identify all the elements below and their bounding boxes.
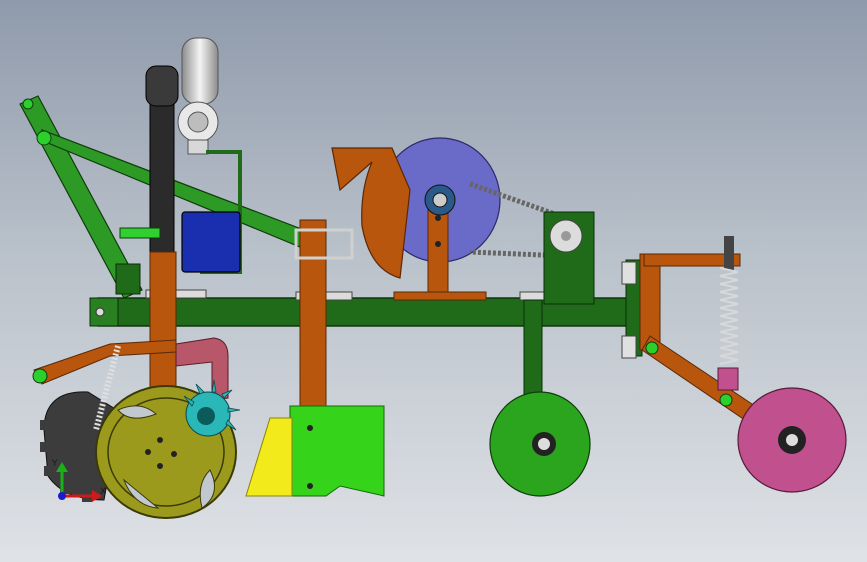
spring-suspension: [719, 267, 739, 365]
press-wheel-hub-center: [786, 434, 798, 446]
press-arm-pin: [645, 341, 659, 355]
disc-bearing-center: [432, 192, 448, 208]
bolt: [435, 215, 441, 221]
lever-pin: [32, 368, 48, 384]
hitch-bracket: [115, 263, 141, 295]
press-arm-pin: [719, 393, 733, 407]
pulley-center: [187, 111, 209, 133]
ground-drive-assembly[interactable]: [32, 337, 241, 519]
bolt: [435, 241, 441, 247]
spring-base: [717, 367, 739, 391]
axis-x-label: X: [100, 487, 106, 497]
pulley-housing: [181, 37, 219, 105]
frame-bolt: [95, 307, 105, 317]
press-wheel[interactable]: [639, 236, 847, 493]
pulley-mount: [187, 139, 209, 155]
seed-hopper[interactable]: [331, 137, 501, 301]
hitch-pin: [22, 98, 34, 110]
opener-tip: [245, 417, 293, 497]
bolt: [307, 483, 313, 489]
wheel-hub-bolt: [157, 437, 163, 443]
frame-bolt-clamp: [621, 261, 637, 285]
hopper-base: [393, 291, 487, 301]
drive-shank[interactable]: [149, 251, 177, 393]
frame-bolt-clamp: [621, 335, 637, 359]
belt-pulley-top: [145, 65, 179, 107]
wheel-hub-center: [538, 438, 550, 450]
cad-viewport[interactable]: Y X: [0, 0, 867, 562]
hitch-pin: [36, 130, 52, 146]
opener-boot[interactable]: [289, 405, 385, 497]
sprocket-center: [561, 231, 571, 241]
shaft-coupler: [119, 227, 161, 239]
wheel-hub-bolt: [171, 451, 177, 457]
wheel-hub-bolt: [145, 449, 151, 455]
bolt: [307, 425, 313, 431]
depth-control-wheel[interactable]: [489, 299, 591, 497]
wheel-stem: [523, 299, 543, 397]
axis-y-label: Y: [51, 459, 58, 469]
furrow-opener[interactable]: [245, 219, 385, 497]
electric-motor[interactable]: [181, 211, 241, 273]
opener-shank: [299, 219, 327, 417]
spring-rod: [724, 236, 734, 270]
axis-z-origin-icon: [58, 492, 66, 500]
rotor-center: [197, 407, 215, 425]
wheel-hub-bolt: [157, 463, 163, 469]
